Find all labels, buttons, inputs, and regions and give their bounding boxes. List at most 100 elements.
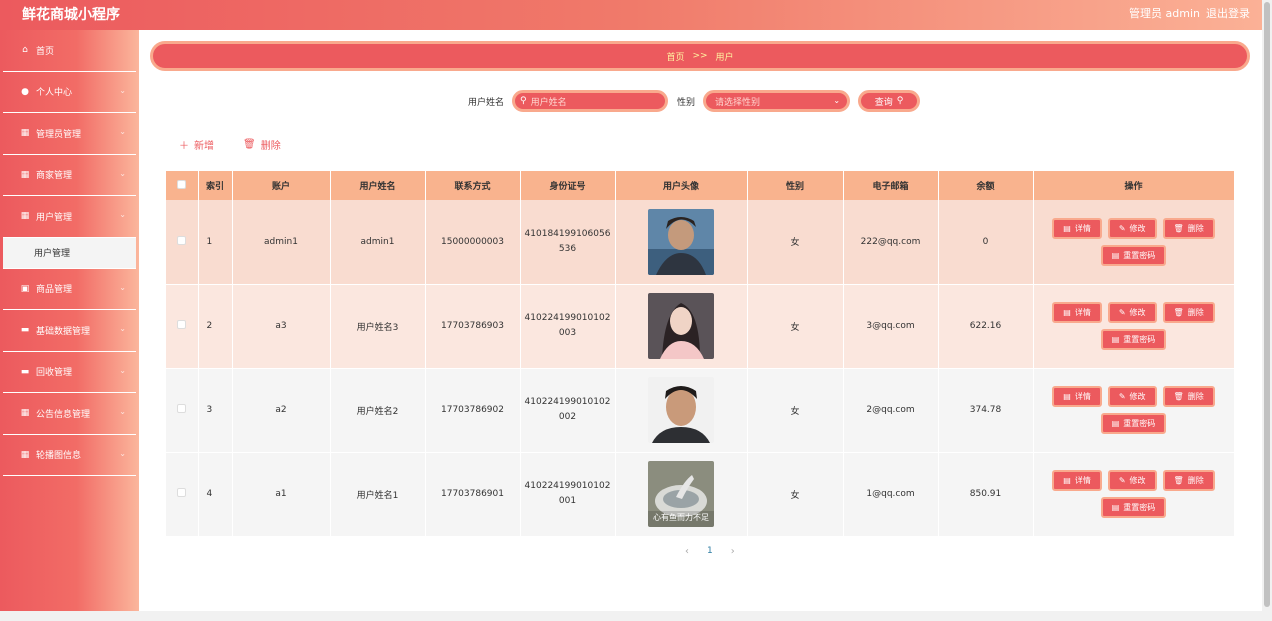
avatar[interactable] [648, 293, 714, 359]
header-actions: 操作 [1033, 171, 1235, 200]
pagination: ‹ 1 › [676, 546, 744, 557]
cell-id-card: 410184199106056536 [520, 200, 616, 285]
cell-gender: 女 [747, 368, 844, 453]
table-row: 2 a3 用户姓名3 17703786903 410224199010102003 女 3@… [166, 284, 1235, 369]
cell-name: 用户姓名1 [330, 452, 426, 537]
gender-select[interactable]: 请选择性别 ⌄ [703, 90, 851, 112]
sidebar-item-6[interactable]: ▬ 基础数据管理 ⌄ [3, 310, 136, 352]
chevron-down-icon: ⌄ [833, 96, 841, 105]
sidebar-item-0[interactable]: ⌂ 首页 [3, 30, 136, 72]
avatar[interactable] [648, 377, 714, 443]
row-checkbox[interactable] [177, 404, 187, 413]
table-row: 1 admin1 admin1 15000000003 4101841991060565… [166, 200, 1235, 285]
chevron-down-icon: ⌄ [119, 85, 126, 95]
row-select-cell[interactable] [166, 368, 199, 453]
avatar-caption: 心有鱼而力不足 [653, 512, 709, 522]
trash-icon: 🗑 [1173, 308, 1184, 317]
reset-password-button-label: 重置密码 [1123, 419, 1156, 428]
app-title: 鲜花商城小程序 [22, 7, 120, 23]
edit-button[interactable]: ✎ 修改 [1107, 386, 1157, 407]
sidebar-item-label: 商家管理 [36, 171, 73, 182]
edit-button[interactable]: ✎ 修改 [1107, 217, 1157, 239]
cell-actions: ▤ 详情 ✎ 修改 🗑 删除 ▤ 重置密码 [1033, 452, 1235, 537]
delete-button[interactable]: 🗑 删除 [243, 137, 281, 152]
cell-phone: 17703786901 [425, 452, 521, 537]
cell-index: 3 [198, 368, 233, 453]
sidebar-item-label: 轮播图信息 [36, 451, 82, 462]
delete-row-button[interactable]: 🗑 删除 [1162, 217, 1215, 239]
row-select-cell[interactable] [166, 452, 199, 537]
detail-button[interactable]: ▤ 详情 [1052, 217, 1102, 239]
sidebar-subitem-user-management[interactable]: 用户管理 [3, 237, 136, 269]
detail-button-label: 详情 [1074, 392, 1091, 401]
logout-link[interactable]: 退出登录 [1206, 5, 1250, 21]
sidebar-item-5[interactable]: ▣ 商品管理 ⌄ [3, 269, 136, 310]
sidebar-item-8[interactable]: ▦ 公告信息管理 ⌄ [3, 393, 136, 435]
vertical-scrollbar[interactable] [1262, 0, 1272, 621]
delete-row-button[interactable]: 🗑 删除 [1162, 470, 1215, 491]
sidebar: ⌂ 首页 ● 个人中心 ⌄ ▦ 管理员管理 ⌄ ▦ 商家管理 ⌄ ▦ 用户管理 ⌄ 用户管理 ▣ 商品管理 ⌄ ▬ 基… [0, 30, 139, 611]
trash-icon: 🗑 [1173, 476, 1184, 485]
breadcrumb-home[interactable]: 首页 [666, 50, 684, 63]
document-icon: ▤ [1111, 503, 1120, 512]
chevron-down-icon: ⌄ [119, 282, 126, 292]
cell-balance: 622.16 [938, 284, 1034, 369]
detail-button[interactable]: ▤ 详情 [1052, 386, 1102, 407]
sidebar-item-7[interactable]: ▬ 回收管理 ⌄ [3, 352, 136, 393]
row-select-cell[interactable] [166, 284, 199, 369]
cell-email: 2@qq.com [843, 368, 939, 453]
id-card-text: 410224199010102002 [524, 397, 611, 422]
detail-button[interactable]: ▤ 详情 [1052, 302, 1102, 323]
pencil-icon: ✎ [1118, 476, 1126, 485]
select-all-checkbox[interactable] [177, 179, 187, 189]
edit-button[interactable]: ✎ 修改 [1107, 470, 1157, 491]
breadcrumb: 首页 >> 用户 [150, 41, 1250, 71]
scrollbar-thumb[interactable] [1264, 2, 1270, 607]
gender-label: 性别 [677, 97, 696, 108]
sidebar-item-1[interactable]: ● 个人中心 ⌄ [3, 72, 136, 113]
reset-password-button[interactable]: ▤ 重置密码 [1100, 329, 1167, 350]
monitor-icon: ▬ [20, 366, 30, 377]
edit-button[interactable]: ✎ 修改 [1107, 302, 1157, 323]
pencil-icon: ✎ [1118, 392, 1126, 401]
current-page[interactable]: 1 [707, 546, 713, 557]
sidebar-item-3[interactable]: ▦ 商家管理 ⌄ [3, 155, 136, 196]
horizontal-scrollbar[interactable] [0, 611, 1262, 621]
cell-actions: ▤ 详情 ✎ 修改 🗑 删除 ▤ 重置密码 [1033, 368, 1235, 453]
sidebar-item-4[interactable]: ▦ 用户管理 ⌄ [3, 196, 136, 238]
add-button[interactable]: ＋ 新增 [179, 137, 214, 152]
reset-password-button[interactable]: ▤ 重置密码 [1100, 413, 1167, 434]
sidebar-item-9[interactable]: ▦ 轮播图信息 ⌄ [3, 435, 136, 476]
user-icon: ● [21, 86, 29, 97]
sidebar-item-2[interactable]: ▦ 管理员管理 ⌄ [3, 113, 136, 155]
detail-button[interactable]: ▤ 详情 [1052, 470, 1102, 491]
row-select-cell[interactable] [166, 200, 199, 285]
select-all-cell[interactable] [166, 171, 199, 200]
detail-button-label: 详情 [1074, 476, 1091, 485]
prev-page-button[interactable]: ‹ [685, 546, 689, 557]
cell-actions: ▤ 详情 ✎ 修改 🗑 删除 ▤ 重置密码 [1033, 284, 1235, 369]
next-page-button[interactable]: › [731, 546, 735, 557]
avatar[interactable]: 心有鱼而力不足 [648, 461, 714, 527]
avatar[interactable] [648, 208, 714, 275]
document-icon: ▤ [1111, 250, 1120, 260]
name-search-input[interactable]: ⚲ 用户姓名 [512, 90, 669, 112]
cell-phone: 17703786902 [425, 368, 521, 453]
document-icon: ▤ [1063, 392, 1071, 401]
header-email: 电子邮箱 [843, 171, 939, 200]
delete-row-button[interactable]: 🗑 删除 [1162, 386, 1215, 407]
reset-password-button[interactable]: ▤ 重置密码 [1100, 497, 1167, 518]
reset-password-button[interactable]: ▤ 重置密码 [1100, 244, 1167, 266]
row-checkbox[interactable] [177, 320, 187, 329]
row-checkbox[interactable] [177, 488, 187, 497]
cell-gender: 女 [747, 200, 844, 285]
gender-select-placeholder: 请选择性别 [715, 97, 761, 108]
header-account: 账户 [232, 171, 331, 200]
cell-index: 2 [198, 284, 233, 369]
query-button[interactable]: 查询 ⚲ [858, 90, 921, 112]
row-checkbox[interactable] [177, 235, 187, 245]
delete-row-button[interactable]: 🗑 删除 [1162, 302, 1215, 323]
cell-index: 4 [198, 452, 233, 537]
grid-icon: ▦ [20, 211, 30, 222]
cell-account: a2 [232, 368, 331, 453]
